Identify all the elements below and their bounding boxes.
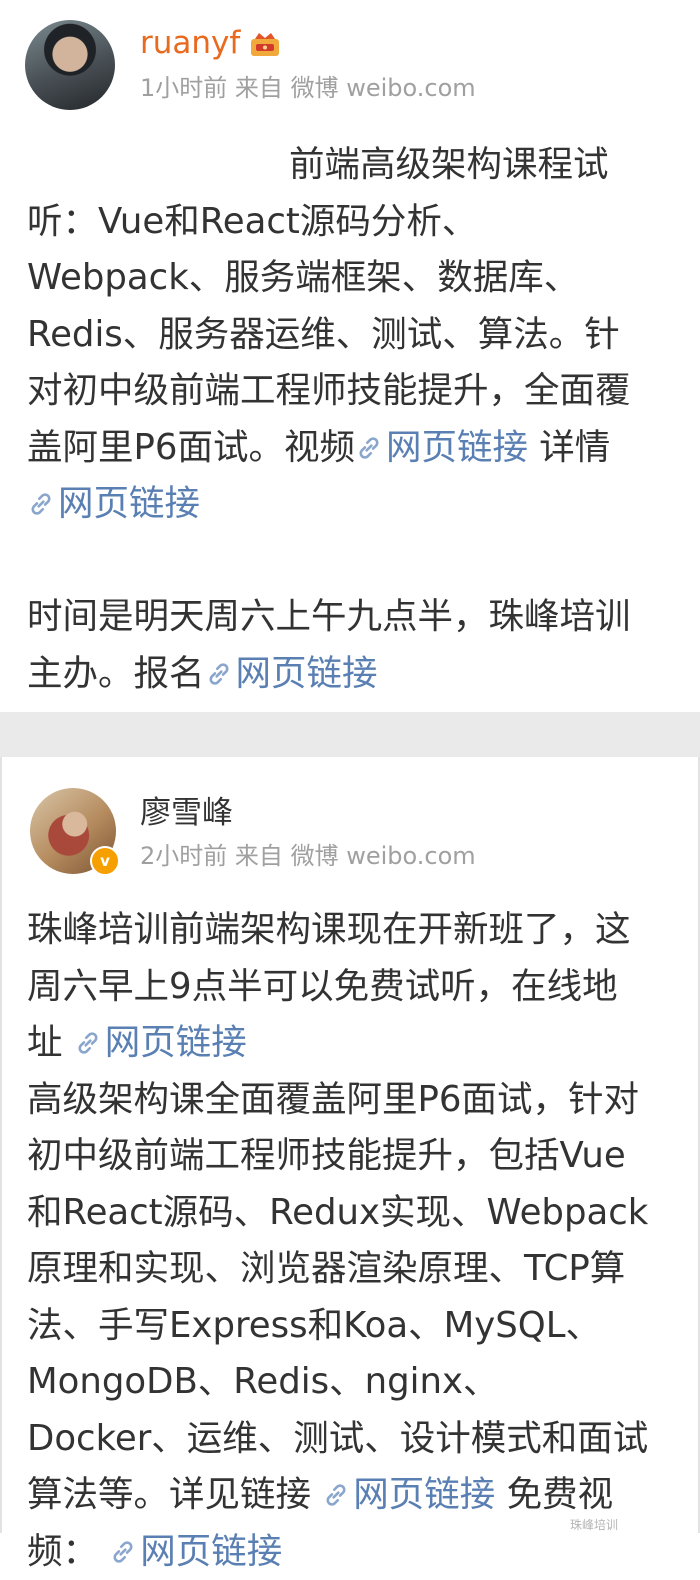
web-link[interactable]: 网页链接 bbox=[355, 427, 528, 468]
body-line: Webpack、服务端框架、数据库、 bbox=[27, 257, 580, 298]
source-prefix: 来自 bbox=[234, 74, 283, 102]
body-line: 对初中级前端工程师技能提升，全面覆 bbox=[27, 370, 631, 411]
body-line: Docker、运维、测试、设计模式和面试 bbox=[27, 1417, 649, 1459]
avatar-liaoxuefeng[interactable]: v bbox=[30, 788, 120, 876]
body-line: 频： bbox=[27, 1530, 110, 1572]
link-chain-icon bbox=[113, 1540, 133, 1563]
web-link[interactable]: 网页链接 bbox=[205, 653, 378, 694]
post-source: 微博 weibo.com bbox=[290, 74, 476, 102]
post-time[interactable]: 1小时前 bbox=[140, 74, 227, 102]
verified-badge-icon: v bbox=[90, 846, 120, 876]
post-time[interactable]: 2小时前 bbox=[140, 842, 227, 870]
body-line: 听：Vue和React源码分析、 bbox=[27, 200, 478, 242]
web-link[interactable]: 网页链接 bbox=[322, 1474, 495, 1515]
author-name[interactable]: 廖雪峰 bbox=[140, 793, 233, 833]
body-line: 原理和实现、浏览器渲染原理、TCP算 bbox=[27, 1248, 626, 1289]
body-line: 和React源码、Redux实现、Webpack bbox=[27, 1191, 649, 1233]
body-line: 初中级前端工程师技能提升，包括Vue bbox=[27, 1135, 626, 1176]
body-line: 前端高级架构课程试 bbox=[289, 144, 609, 185]
body-text: 免费视 bbox=[495, 1474, 614, 1515]
body-line: 址 bbox=[27, 1022, 74, 1063]
source-prefix: 来自 bbox=[234, 842, 283, 870]
body-text: 详情 bbox=[528, 426, 611, 468]
watermark: 珠峰培训 bbox=[570, 1518, 619, 1532]
body-line: MongoDB、Redis、nginx、 bbox=[27, 1361, 499, 1402]
body-line: 珠峰培训前端架构课现在开新班了，这 bbox=[27, 909, 631, 950]
link-chain-icon bbox=[78, 1032, 98, 1054]
body-line: Redis、服务器运维、测试、算法。针 bbox=[27, 313, 620, 355]
body-line: 盖阿里P6面试。视频 bbox=[27, 426, 355, 468]
web-link[interactable]: 网页链接 bbox=[74, 1022, 247, 1063]
crown-member-icon[interactable] bbox=[249, 30, 281, 58]
body-line: 法、手写Express和Koa、MySQL、 bbox=[27, 1304, 601, 1346]
body-line: 时间是明天周六上午九点半，珠峰培训 bbox=[27, 596, 631, 637]
link-chain-icon bbox=[326, 1484, 346, 1506]
body-line: 主办。报名 bbox=[27, 652, 205, 694]
body-line: 周六早上9点半可以免费试听，在线地 bbox=[27, 965, 618, 1007]
post-meta: 1小时前 来自 微博 weibo.com bbox=[140, 72, 476, 104]
link-chain-icon bbox=[209, 662, 228, 685]
body-line: 高级架构课全面覆盖阿里P6面试，针对 bbox=[27, 1078, 639, 1120]
weibo-post-ruanyf: ruanyf 1小时前 来自 微博 weibo.com 前端高级架构课程试听：V… bbox=[0, 0, 700, 712]
body-line: 算法等。详见链接 bbox=[27, 1474, 323, 1515]
avatar-ruanyf[interactable] bbox=[25, 20, 115, 110]
post-divider bbox=[0, 712, 700, 757]
web-link[interactable]: 网页链接 bbox=[27, 483, 200, 524]
post-meta: 2小时前 来自 微博 weibo.com bbox=[140, 840, 476, 872]
link-chain-icon bbox=[31, 493, 51, 515]
post-body: 珠峰培训前端架构课现在开新班了，这 周六早上9点半可以免费试听，在线地址 网页链接… bbox=[27, 902, 682, 1580]
author-name[interactable]: ruanyf bbox=[140, 23, 240, 63]
post-body: 前端高级架构课程试听：Vue和React源码分析、 Webpack、服务端框架、数… bbox=[27, 137, 677, 702]
web-link[interactable]: 网页链接 bbox=[109, 1531, 282, 1572]
post-source: 微博 weibo.com bbox=[290, 842, 476, 870]
link-chain-icon bbox=[359, 436, 379, 459]
